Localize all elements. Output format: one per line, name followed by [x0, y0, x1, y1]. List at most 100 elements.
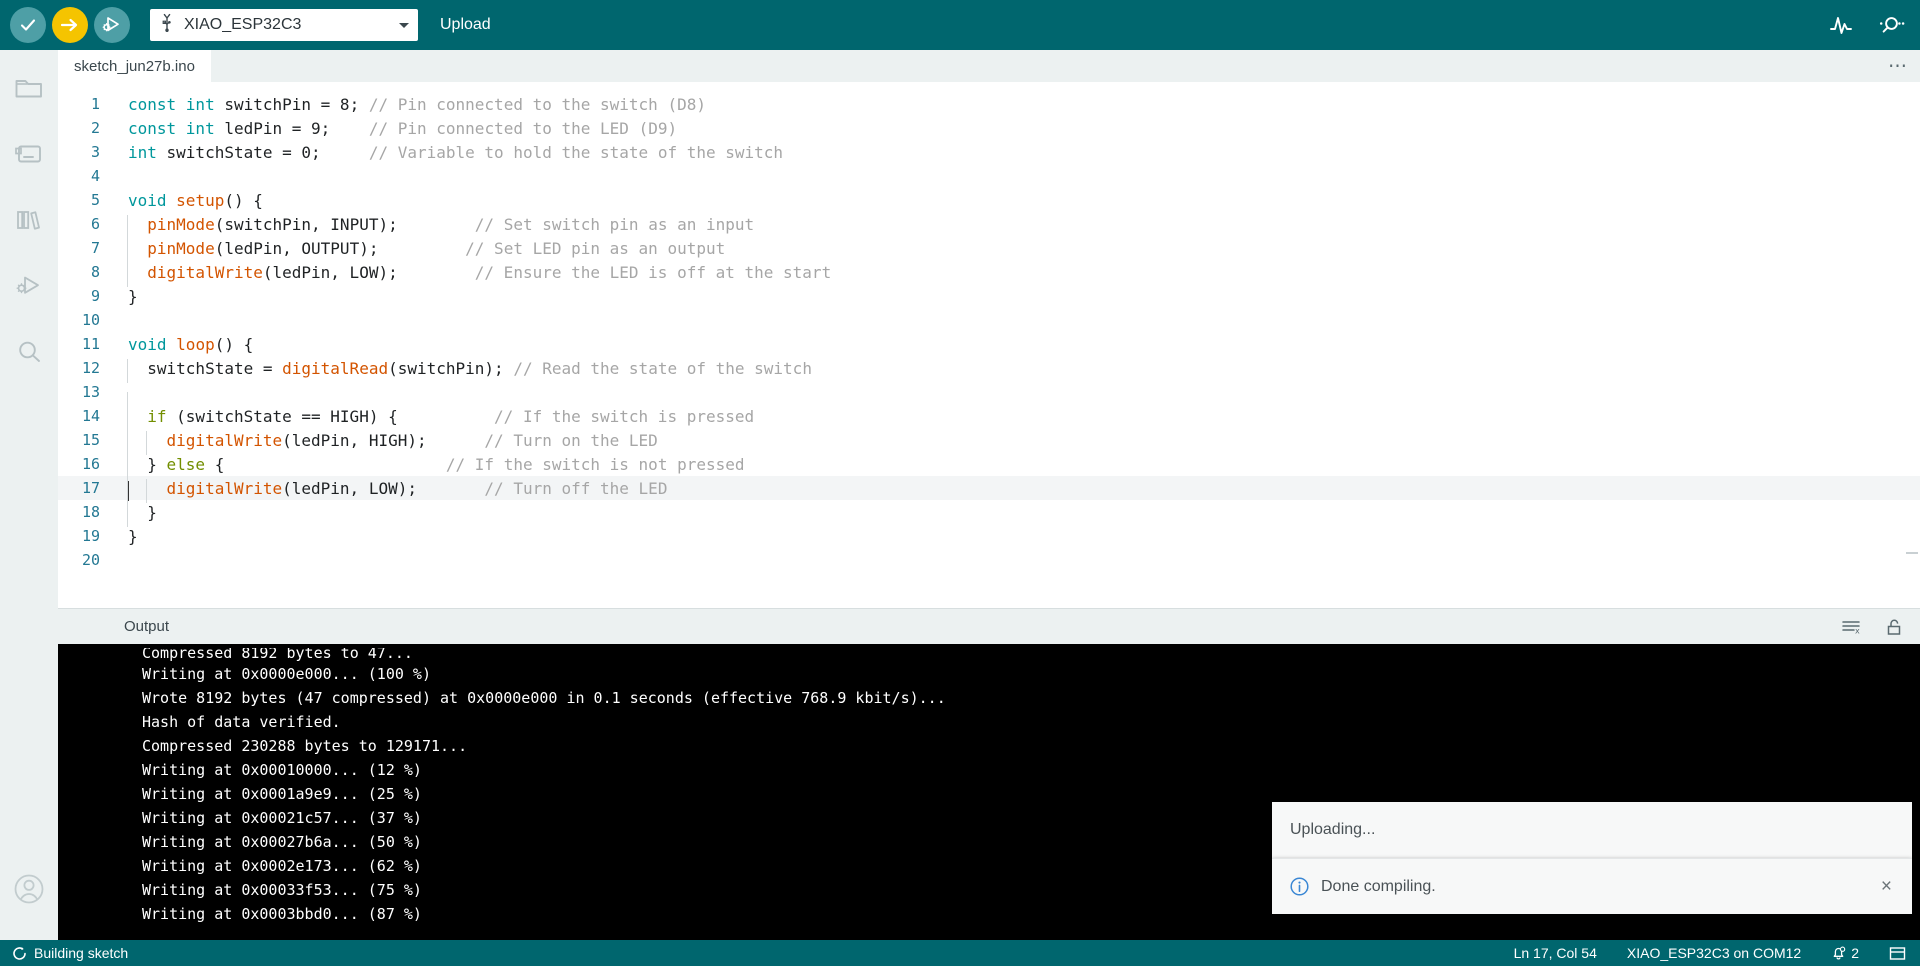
code-line[interactable]: 9}: [58, 284, 1920, 308]
status-task-label: Building sketch: [34, 945, 129, 961]
verify-button[interactable]: [10, 7, 46, 43]
code-line[interactable]: 6 pinMode(switchPin, INPUT); // Set swit…: [58, 212, 1920, 239]
line-number: 1: [90, 95, 100, 113]
debug-play-icon: [102, 17, 119, 32]
code-line[interactable]: 10: [58, 308, 1920, 332]
line-number: 5: [90, 191, 100, 209]
code-line-text: } else { // If the switch is not pressed: [120, 454, 1920, 479]
tab-sketch[interactable]: sketch_jun27b.ino: [58, 50, 211, 82]
serial-plotter-button[interactable]: [1828, 13, 1854, 37]
arduino-ide-window: XIAO_ESP32C3 Upload sketch_jun27b.ino ⋯ …: [0, 0, 1920, 966]
clear-output-icon: x: [1842, 620, 1860, 635]
checkmark-icon: [20, 19, 36, 31]
indent-guide: [127, 430, 128, 455]
indent-guide: [127, 214, 128, 239]
code-line-text: if (switchState == HIGH) { // If the swi…: [120, 406, 1920, 431]
code-token: const: [128, 94, 186, 114]
code-line[interactable]: 14 if (switchState == HIGH) { // If the …: [58, 404, 1920, 431]
console-line: Writing at 0x0000e000... (100 %): [142, 665, 431, 683]
notification-toast[interactable]: Uploading...: [1272, 802, 1912, 858]
line-number: 7: [90, 239, 100, 257]
code-token: digitalWrite: [166, 478, 283, 498]
sidebar-item-search[interactable]: [9, 332, 49, 372]
status-bar: Building sketch Ln 17, Col 54 XIAO_ESP32…: [0, 940, 1920, 966]
code-token: if: [147, 406, 167, 426]
board-name-label: XIAO_ESP32C3: [184, 16, 302, 33]
notification-toast[interactable]: Done compiling. ×: [1272, 858, 1912, 914]
code-token: ;: [311, 142, 369, 162]
code-token: // Pin connected to the LED (D9): [368, 118, 678, 138]
activity-bar: [0, 50, 58, 940]
code-token: ;: [349, 94, 369, 114]
code-token: () {: [224, 190, 263, 210]
code-line-text: void setup() {: [120, 191, 1920, 210]
code-line[interactable]: 12 switchState = digitalRead(switchPin);…: [58, 356, 1920, 383]
console-line: Writing at 0x00010000... (12 %): [142, 761, 422, 779]
account-button[interactable]: [0, 872, 58, 906]
upload-button[interactable]: [52, 7, 88, 43]
folder-icon: [15, 80, 42, 98]
line-number: 12: [81, 359, 100, 377]
code-token: // Variable to hold the state of the swi…: [368, 142, 784, 162]
output-tab-label[interactable]: Output: [124, 618, 169, 635]
toggle-panel-button[interactable]: [1889, 946, 1906, 961]
code-editor[interactable]: 1 const int switchPin = 8; // Pin connect…: [58, 82, 1920, 608]
sidebar-item-sketchbook[interactable]: [9, 68, 49, 108]
code-token: switchState =: [166, 142, 302, 162]
line-number: 10: [81, 311, 100, 329]
code-line-text: digitalWrite(ledPin, HIGH); // Turn on t…: [120, 430, 1920, 455]
sidebar-item-debug[interactable]: [9, 266, 49, 306]
indent-guide: [146, 478, 147, 503]
close-icon[interactable]: ×: [1879, 877, 1894, 896]
line-number: 15: [81, 431, 100, 449]
code-line[interactable]: 18 }: [58, 500, 1920, 527]
line-number: 18: [81, 503, 100, 521]
code-line[interactable]: 15 digitalWrite(ledPin, HIGH); // Turn o…: [58, 428, 1920, 455]
board-selector[interactable]: XIAO_ESP32C3: [150, 9, 418, 41]
sidebar-item-boards-manager[interactable]: [9, 134, 49, 174]
code-token: digitalWrite: [166, 430, 283, 450]
code-line-text: pinMode(switchPin, INPUT); // Set switch…: [120, 214, 1920, 239]
code-token: (switchPin, INPUT);: [214, 214, 475, 234]
cursor-position[interactable]: Ln 17, Col 54: [1514, 945, 1597, 961]
chevron-down-icon[interactable]: [398, 16, 410, 34]
code-line[interactable]: 3 int switchState = 0; // Variable to hol…: [58, 140, 1920, 164]
code-line[interactable]: 16 } else { // If the switch is not pres…: [58, 452, 1920, 479]
code-line[interactable]: 20: [58, 548, 1920, 572]
indent-guide: [127, 406, 128, 431]
board-port-status[interactable]: XIAO_ESP32C3 on COM12: [1627, 945, 1801, 961]
indent-guide: [146, 430, 147, 455]
code-line-text: int switchState = 0; // Variable to hold…: [120, 143, 1920, 162]
sidebar-item-library-manager[interactable]: [9, 200, 49, 240]
code-token: }: [128, 286, 138, 306]
code-line[interactable]: 1 const int switchPin = 8; // Pin connect…: [58, 92, 1920, 116]
line-number: 17: [81, 479, 100, 497]
code-line[interactable]: 7 pinMode(ledPin, OUTPUT); // Set LED pi…: [58, 236, 1920, 263]
code-line[interactable]: 5 void setup() {: [58, 188, 1920, 212]
code-token: (ledPin, OUTPUT);: [214, 238, 466, 258]
line-number: 2: [90, 119, 100, 137]
code-token: loop: [176, 334, 215, 354]
clear-output-button[interactable]: x: [1840, 618, 1862, 636]
code-line-text: void loop() {: [120, 335, 1920, 354]
code-line[interactable]: 2 const int ledPin = 9; // Pin connected …: [58, 116, 1920, 140]
debug-button[interactable]: [94, 7, 130, 43]
notification-stack: Uploading... Done compiling. ×: [1272, 802, 1912, 914]
serial-monitor-button[interactable]: [1876, 13, 1906, 37]
code-line[interactable]: 11 void loop() {: [58, 332, 1920, 356]
code-line[interactable]: 4: [58, 164, 1920, 188]
scroll-lock-button[interactable]: [1884, 617, 1904, 637]
code-token: // If the switch is not pressed: [445, 454, 745, 474]
code-line-text: const int ledPin = 9; // Pin connected t…: [120, 119, 1920, 138]
code-line[interactable]: 13: [58, 380, 1920, 416]
code-token: void: [128, 334, 177, 354]
code-line[interactable]: 17 digitalWrite(ledPin, LOW); // Turn of…: [58, 476, 1920, 503]
editor-scrollbar-thumb[interactable]: [1906, 552, 1918, 554]
code-line[interactable]: 8 digitalWrite(ledPin, LOW); // Ensure t…: [58, 260, 1920, 287]
notifications-button[interactable]: 2: [1831, 945, 1859, 961]
editor-more-actions-button[interactable]: ⋯: [1876, 50, 1920, 82]
code-token: 9: [311, 118, 321, 138]
code-line[interactable]: 19}: [58, 524, 1920, 548]
